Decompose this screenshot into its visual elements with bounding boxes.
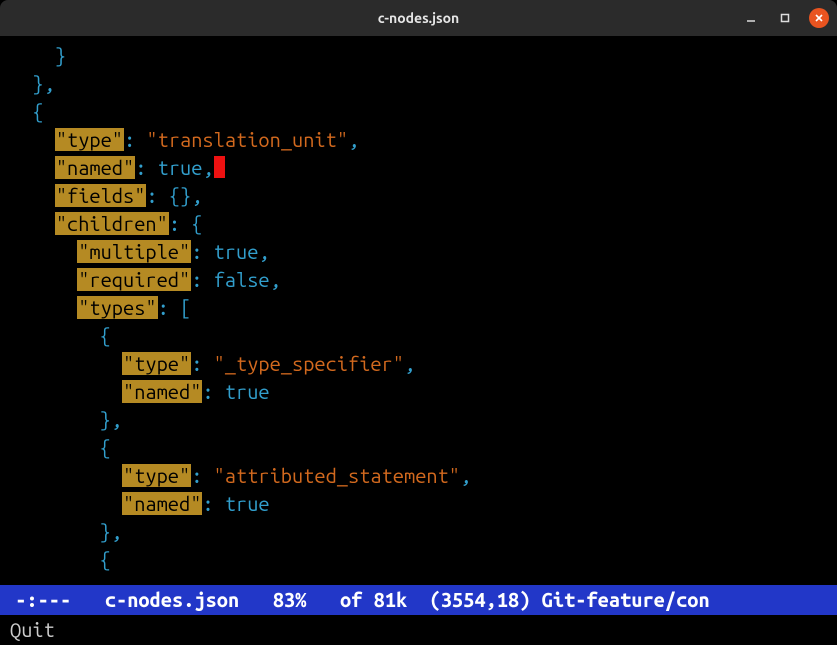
- window-controls: [741, 8, 829, 28]
- code-line: },: [10, 408, 122, 431]
- modeline-of: of 81k: [340, 588, 407, 611]
- code-line: },: [10, 520, 122, 543]
- modeline-vcs: Git-feature/con: [542, 588, 710, 611]
- modeline-pos: (3554,18): [430, 588, 531, 611]
- close-button[interactable]: [809, 8, 829, 28]
- code-line: {: [10, 436, 111, 459]
- modeline-percent: 83%: [273, 588, 307, 611]
- code-line: "named": true: [10, 492, 270, 515]
- code-line: {: [10, 324, 111, 347]
- minibuffer[interactable]: Quit: [0, 615, 837, 645]
- code-line: "type": "translation_unit",: [10, 128, 359, 151]
- code-line: "fields": {},: [10, 184, 202, 207]
- code-line: "multiple": true,: [10, 240, 270, 263]
- window-title: c-nodes.json: [378, 10, 460, 26]
- minibuffer-text: Quit: [10, 618, 55, 641]
- code-line: {: [10, 100, 44, 123]
- code-line: {: [10, 548, 111, 571]
- modeline-buffer: c-nodes.json: [105, 588, 239, 611]
- maximize-button[interactable]: [775, 8, 795, 28]
- code-line: "type": "attributed_statement",: [10, 464, 471, 487]
- code-line: }: [10, 44, 66, 67]
- modeline-state: -:---: [15, 588, 71, 611]
- editor-buffer[interactable]: } }, { "type": "translation_unit", "name…: [0, 36, 837, 585]
- code-line: "type": "_type_specifier",: [10, 352, 415, 375]
- mode-line: -:--- c-nodes.json 83% of 81k (3554,18) …: [0, 585, 837, 615]
- window-titlebar: c-nodes.json: [0, 0, 837, 36]
- minimize-button[interactable]: [741, 8, 761, 28]
- text-cursor: [214, 156, 225, 178]
- code-line: },: [10, 72, 55, 95]
- code-line: "required": false,: [10, 268, 281, 291]
- code-line: "children": {: [10, 212, 202, 235]
- code-line: "named": true: [10, 380, 270, 403]
- code-line: "named": true,: [10, 156, 225, 179]
- code-line: "types": [: [10, 296, 191, 319]
